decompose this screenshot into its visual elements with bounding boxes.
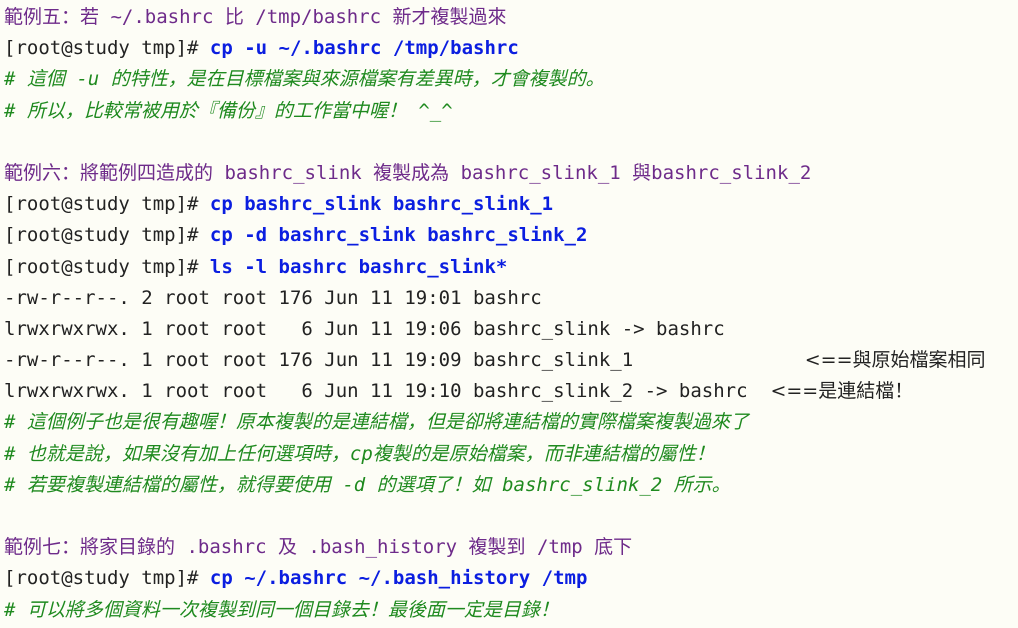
command-line: [root@study tmp]# cp -u ~/.bashrc /tmp/b… bbox=[4, 33, 1018, 64]
output-line: lrwxrwxrwx. 1 root root 6 Jun 11 19:10 b… bbox=[4, 376, 1018, 407]
output-text: -rw-r--r--. 1 root root 176 Jun 11 19:09… bbox=[4, 349, 634, 372]
output-text: lrwxrwxrwx. 1 root root 6 Jun 11 19:10 b… bbox=[4, 380, 748, 403]
example-5-title: 範例五：若 ~/.bashrc 比 /tmp/bashrc 新才複製過來 bbox=[4, 6, 507, 28]
shell-prompt: [root@study tmp]# bbox=[4, 567, 210, 590]
command-line: [root@study tmp]# cp -d bashrc_slink bas… bbox=[4, 220, 1018, 251]
example-6-title: 範例六：將範例四造成的 bashrc_slink 複製成為 bashrc_sli… bbox=[4, 161, 812, 184]
command-text: ls -l bashrc bashrc_slink* bbox=[209, 255, 508, 278]
command-text: cp bashrc_slink bashrc_slink_1 bbox=[209, 193, 554, 216]
output-line: -rw-r--r--. 1 root root 176 Jun 11 19:09… bbox=[4, 345, 1018, 376]
shell-prompt: [root@study tmp]# bbox=[4, 37, 210, 60]
comment-line: # 若要複製連結檔的屬性，就得要使用 -d 的選項了！如 bashrc_slin… bbox=[4, 473, 731, 496]
shell-prompt: [root@study tmp]# bbox=[4, 224, 210, 247]
comment-line: # 這個例子也是很有趣喔！原本複製的是連結檔，但是卻將連結檔的實際檔案複製過來了 bbox=[4, 411, 749, 434]
comment-line: # 這個 -u 的特性，是在目標檔案與來源檔案有差異時，才會複製的。 bbox=[4, 68, 605, 91]
comment-line: # 也就是說，如果沒有加上任何選項時，cp複製的是原始檔案，而非連結檔的屬性！ bbox=[4, 442, 715, 465]
annotation-note: <==是連結檔！ bbox=[770, 380, 914, 403]
command-text: cp -d bashrc_slink bashrc_slink_2 bbox=[209, 224, 588, 247]
annotation-note: <==與原始檔案相同 bbox=[804, 349, 986, 372]
example-7-title: 範例七：將家目錄的 .bashrc 及 .bash_history 複製到 /t… bbox=[4, 536, 633, 559]
command-line: [root@study tmp]# cp bashrc_slink bashrc… bbox=[4, 189, 1018, 220]
command-line: [root@study tmp]# cp ~/.bashrc ~/.bash_h… bbox=[4, 563, 1018, 594]
output-line: -rw-r--r--. 2 root root 176 Jun 11 19:01… bbox=[4, 286, 542, 309]
command-text: cp ~/.bashrc ~/.bash_history /tmp bbox=[209, 567, 588, 590]
terminal-text-area: 範例五：若 ~/.bashrc 比 /tmp/bashrc 新才複製過來 [ro… bbox=[0, 0, 1018, 628]
shell-prompt: [root@study tmp]# bbox=[4, 255, 210, 278]
shell-prompt: [root@study tmp]# bbox=[4, 193, 210, 216]
command-text: cp -u ~/.bashrc /tmp/bashrc bbox=[209, 37, 519, 60]
comment-line: # 可以將多個資料一次複製到同一個目錄去！最後面一定是目錄！ bbox=[4, 598, 559, 621]
comment-line: # 所以，比較常被用於『備份』的工作當中喔！ ^_^ bbox=[4, 99, 453, 122]
command-line: [root@study tmp]# ls -l bashrc bashrc_sl… bbox=[4, 252, 1018, 283]
output-line: lrwxrwxrwx. 1 root root 6 Jun 11 19:06 b… bbox=[4, 317, 725, 340]
